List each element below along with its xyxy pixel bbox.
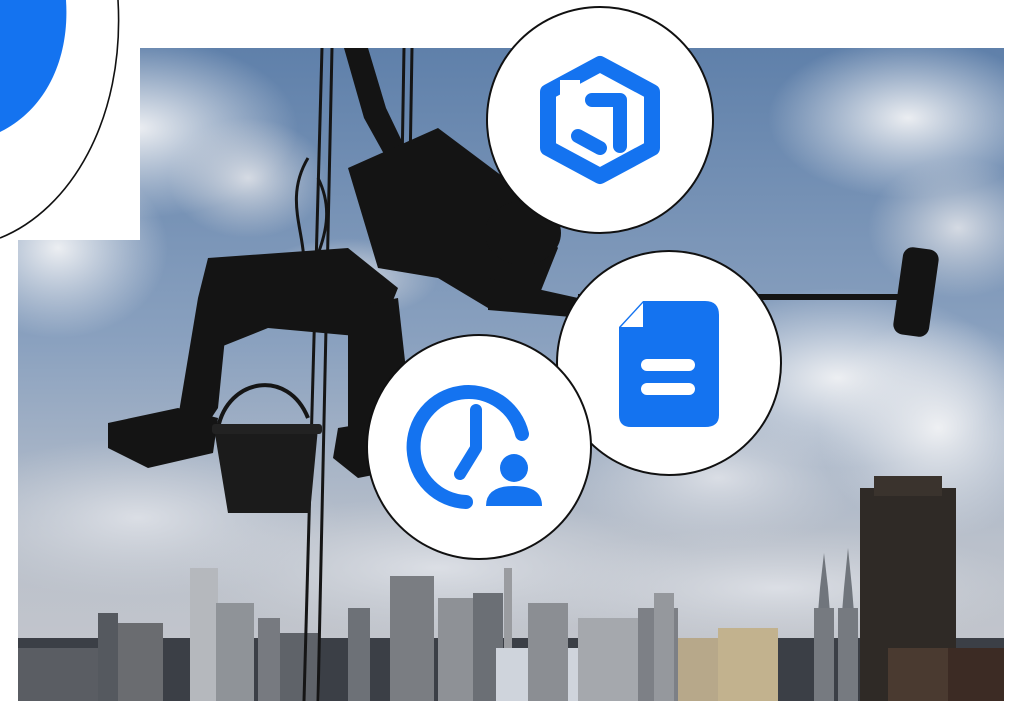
clock-user-badge	[366, 334, 592, 560]
hexagon-link-icon	[540, 56, 660, 184]
clock-user-icon	[406, 385, 542, 509]
hexagon-link-badge	[486, 6, 714, 234]
document-icon	[619, 301, 719, 427]
hero-image	[0, 0, 1020, 701]
decorative-blue-ring	[0, 0, 140, 240]
